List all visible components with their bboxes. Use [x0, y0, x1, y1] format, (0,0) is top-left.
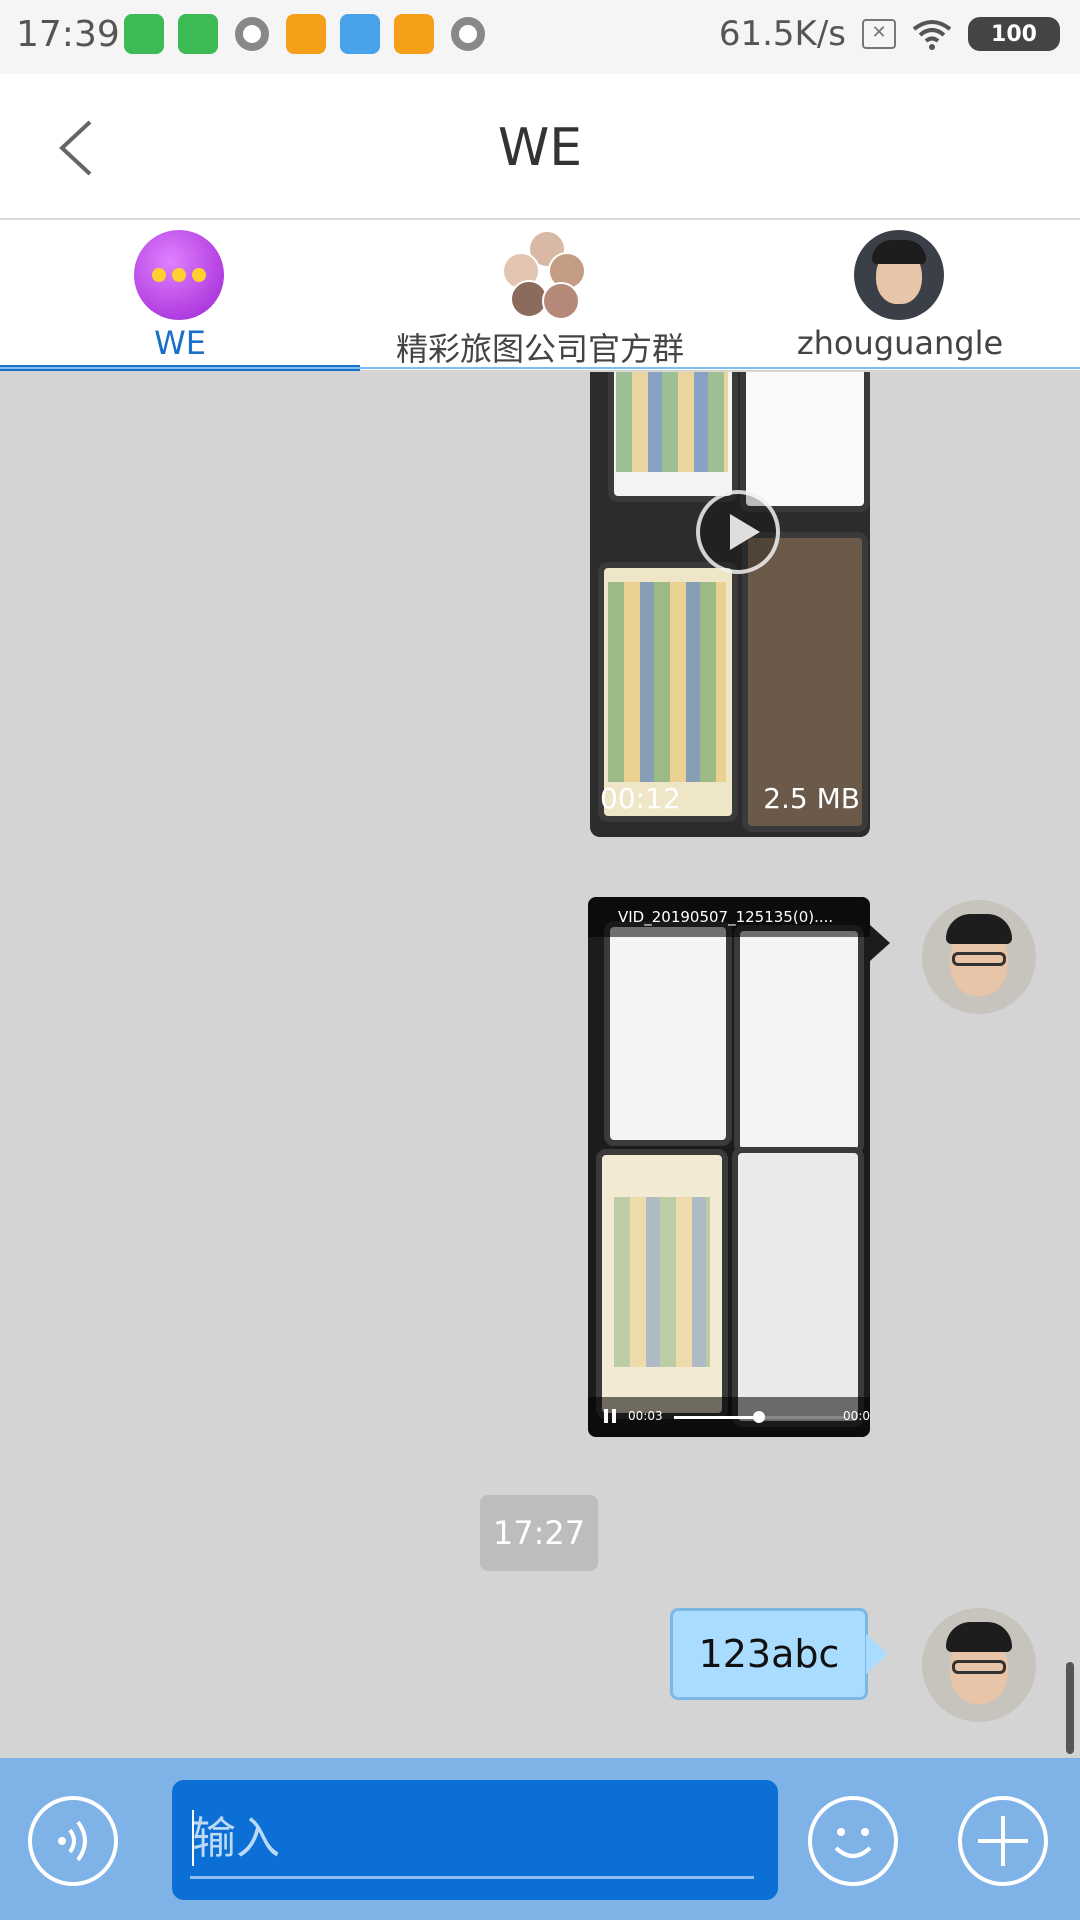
- video-controls: 00:03 00:0: [588, 1397, 870, 1437]
- video-size: 2.5 MB: [763, 782, 860, 815]
- message-input-container: [172, 1780, 778, 1900]
- video-duration: 00:12: [600, 782, 681, 815]
- no-sim-icon: ✕: [862, 19, 896, 49]
- voice-button[interactable]: [28, 1796, 118, 1886]
- circle-icon: [451, 17, 485, 51]
- status-time: 17:39: [16, 14, 120, 55]
- shopping-bag-icon: [178, 14, 218, 54]
- video-current-time: 00:03: [628, 1409, 663, 1423]
- shopping-bag-icon: [124, 14, 164, 54]
- bubble-tail: [870, 925, 890, 961]
- tab-zhouguangle[interactable]: zhouguangle: [720, 220, 1080, 370]
- video-end-time: 00:0: [843, 1409, 870, 1423]
- page-title: WE: [497, 118, 583, 178]
- tab-label: WE: [154, 324, 206, 362]
- circle-icon: [235, 17, 269, 51]
- tab-label: zhouguangle: [796, 324, 1004, 362]
- avatar[interactable]: [922, 900, 1036, 1014]
- group-avatar: [502, 230, 588, 320]
- video-message[interactable]: 00:12 2.5 MB: [590, 372, 870, 837]
- tab-group[interactable]: 精彩旅图公司官方群: [360, 220, 720, 370]
- app-notification-icon: [286, 14, 326, 54]
- tab-label: 精彩旅图公司官方群: [395, 330, 684, 368]
- message-timestamp: 17:27: [480, 1495, 598, 1571]
- conversation-tabs: WE 精彩旅图公司官方群 zhouguangle: [0, 220, 1080, 371]
- scrollbar[interactable]: [1066, 1662, 1074, 1754]
- plus-icon: [978, 1816, 1028, 1866]
- status-right: 61.5K/s ✕ 100: [719, 14, 1060, 54]
- wifi-icon: [912, 20, 952, 50]
- emoji-icon: [834, 1828, 872, 1858]
- video-player-message[interactable]: VID_20190507_125135(0).... 00:03 00:0: [588, 897, 870, 1437]
- tab-we[interactable]: WE: [0, 220, 360, 371]
- net-speed: 61.5K/s: [718, 14, 846, 54]
- message-input[interactable]: [190, 1800, 754, 1879]
- input-bar: [0, 1758, 1080, 1920]
- video-seek-bar[interactable]: [674, 1411, 844, 1423]
- text-caret: [192, 1810, 194, 1866]
- tabs-divider: [0, 367, 1080, 369]
- chat-area[interactable]: 00:12 2.5 MB VID_20190507_125135(0).... …: [0, 372, 1080, 1757]
- pause-icon[interactable]: [604, 1409, 616, 1423]
- bubble-tail: [866, 1634, 888, 1674]
- text-message-bubble[interactable]: 123abc: [670, 1608, 868, 1700]
- notification-icons: [124, 14, 488, 54]
- avatar[interactable]: [922, 1608, 1036, 1722]
- voice-icon: [58, 1820, 87, 1862]
- battery-icon: 100: [968, 17, 1060, 51]
- play-icon[interactable]: [696, 490, 780, 574]
- status-bar: 17:39 61.5K/s ✕ 100: [0, 0, 1080, 74]
- avatar: [854, 230, 944, 320]
- seek-knob[interactable]: [753, 1411, 765, 1423]
- plane-icon: [340, 14, 380, 54]
- more-dots-icon: [134, 230, 224, 320]
- emoji-button[interactable]: [808, 1796, 898, 1886]
- header: WE: [0, 74, 1080, 220]
- more-button[interactable]: [958, 1796, 1048, 1886]
- app-notification-icon: [394, 14, 434, 54]
- video-filename: VID_20190507_125135(0)....: [588, 897, 870, 937]
